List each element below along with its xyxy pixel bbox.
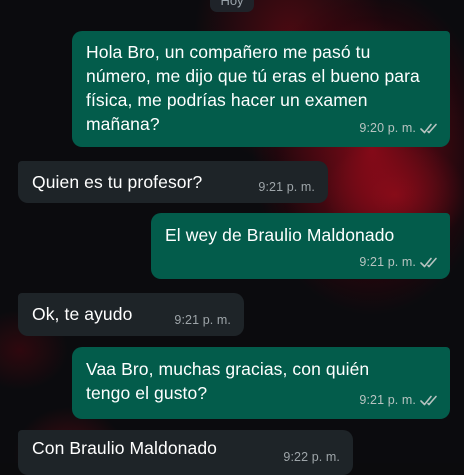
- message-text: Ok, te ayudo: [32, 304, 133, 324]
- message-time: 9:21 p. m.: [359, 255, 416, 269]
- double-check-icon: [420, 257, 438, 271]
- message-text: Con Braulio Maldonado: [32, 438, 217, 458]
- message-meta: 9:21 p. m.: [359, 393, 438, 409]
- message-text: El wey de Braulio Maldonado: [165, 225, 395, 245]
- message-text: Quien es tu profesor?: [32, 172, 203, 192]
- message-time: 9:22 p. m.: [283, 450, 340, 464]
- incoming-message[interactable]: Con Braulio Maldonado 9:22 p. m.: [18, 430, 353, 475]
- message-time: 9:21 p. m.: [258, 180, 315, 194]
- date-separator: Hoy: [210, 0, 254, 12]
- outgoing-message[interactable]: Hola Bro, un compañero me pasó tu número…: [72, 31, 450, 147]
- message-time: 9:20 p. m.: [359, 121, 416, 135]
- message-meta: 9:20 p. m.: [359, 121, 438, 137]
- message-meta: 9:21 p. m.: [359, 255, 438, 271]
- message-time: 9:21 p. m.: [359, 393, 416, 407]
- message-time: 9:21 p. m.: [174, 313, 231, 327]
- double-check-icon: [420, 395, 438, 409]
- incoming-message[interactable]: Ok, te ayudo 9:21 p. m.: [18, 293, 244, 336]
- incoming-message[interactable]: Quien es tu profesor? 9:21 p. m.: [18, 161, 328, 203]
- double-check-icon: [420, 123, 438, 137]
- outgoing-message[interactable]: El wey de Braulio Maldonado 9:21 p. m.: [151, 213, 450, 279]
- outgoing-message[interactable]: Vaa Bro, muchas gracias, con quién tengo…: [72, 347, 450, 419]
